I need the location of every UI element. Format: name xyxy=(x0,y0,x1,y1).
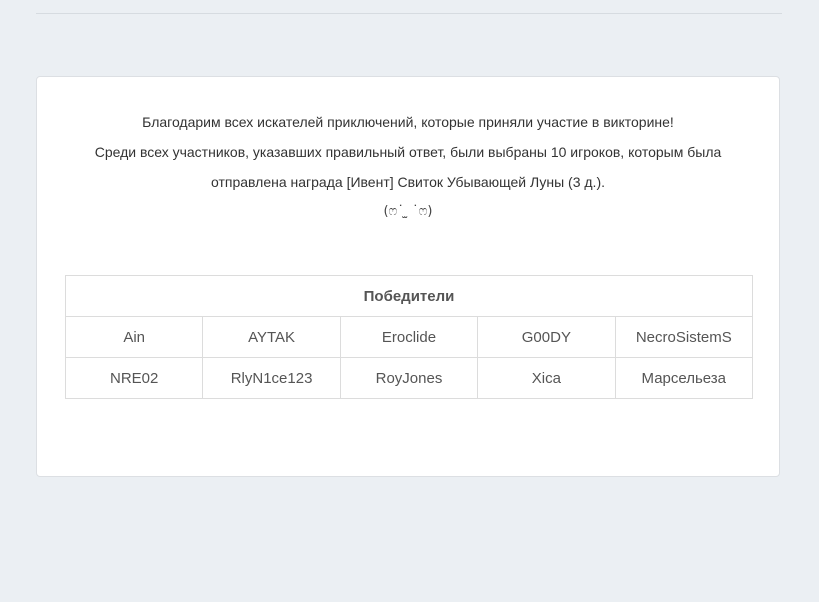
announcement-message: Благодарим всех искателей приключений, к… xyxy=(37,107,779,227)
winner-cell: Ain xyxy=(64,316,204,358)
top-divider xyxy=(36,13,782,14)
winner-cell: AYTAK xyxy=(202,316,341,358)
winners-header-row: Победители xyxy=(65,275,753,317)
announcement-line-3: отправлена награда [Ивент] Свиток Убываю… xyxy=(211,174,605,190)
winner-cell: Марсельеза xyxy=(614,357,754,399)
table-row: NRE02 RlyN1ce123 RoyJones Xica Марсельез… xyxy=(64,357,754,399)
winner-cell: NRE02 xyxy=(64,357,204,399)
emoticon: (ෆ˙ ̫ ˙ෆ) xyxy=(383,204,433,219)
winners-header: Победители xyxy=(65,275,753,317)
announcement-line-1: Благодарим всех искателей приключений, к… xyxy=(142,114,674,130)
winner-cell: RlyN1ce123 xyxy=(202,357,341,399)
winner-cell: Xica xyxy=(477,357,616,399)
announcement-line-2: Среди всех участников, указавших правиль… xyxy=(94,144,722,160)
winner-cell: NecroSistemS xyxy=(614,316,754,358)
announcement-card: Благодарим всех искателей приключений, к… xyxy=(36,76,780,477)
winners-table: Победители Ain AYTAK Eroclide G00DY Necr… xyxy=(64,275,754,399)
winner-cell: G00DY xyxy=(477,316,616,358)
winner-cell: Eroclide xyxy=(339,316,479,358)
winner-cell: RoyJones xyxy=(339,357,479,399)
table-row: Ain AYTAK Eroclide G00DY NecroSistemS xyxy=(64,316,754,358)
